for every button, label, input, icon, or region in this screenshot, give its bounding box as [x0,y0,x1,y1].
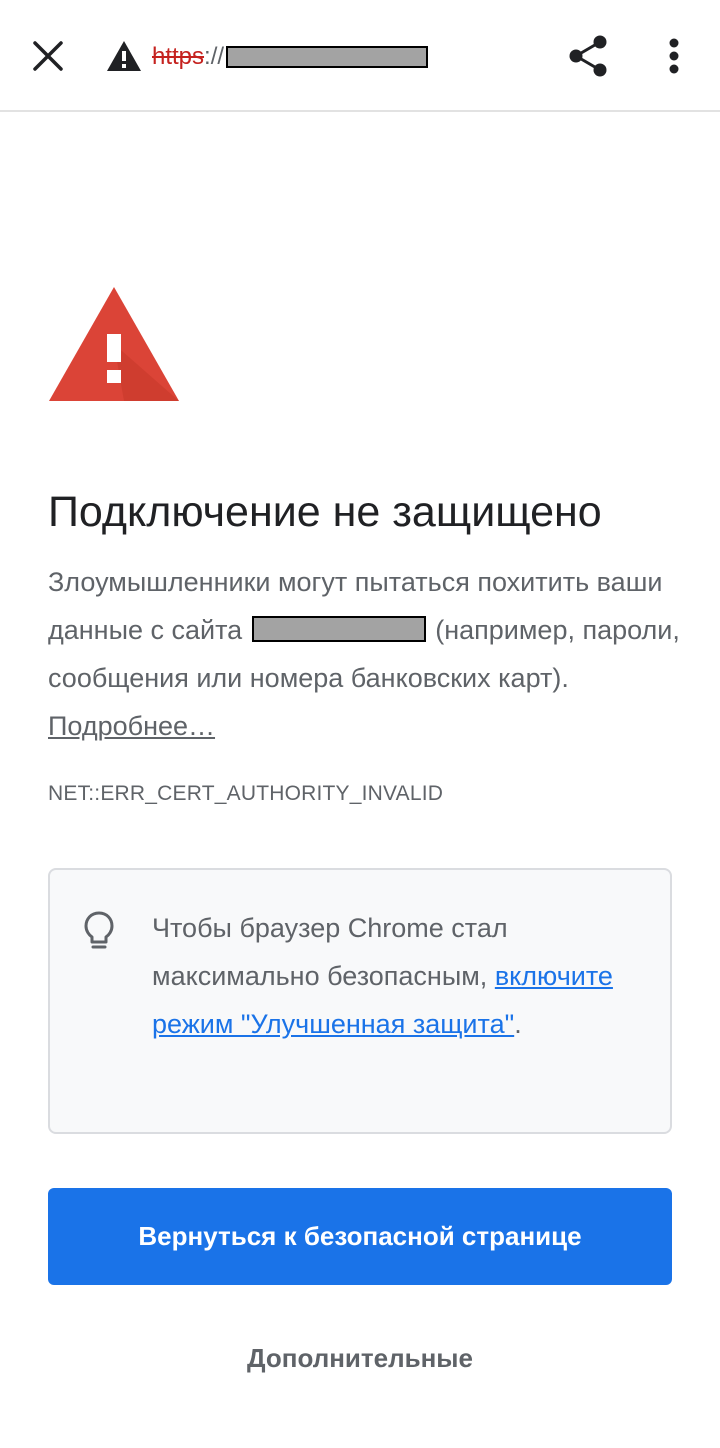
learn-more-link[interactable]: Подробнее… [48,711,215,741]
interstitial-warning [48,286,180,402]
lightbulb-icon [84,911,114,949]
back-to-safety-button[interactable]: Вернуться к безопасной странице [48,1188,672,1285]
security-warning-button[interactable] [106,40,142,72]
warning-triangle-icon [49,287,179,401]
tip-text: Чтобы браузер Chrome стал максимально бе… [152,904,632,1048]
page-title: Подключение не защищено [48,488,602,536]
advanced-button[interactable]: Дополнительные [160,1324,560,1392]
share-icon [569,35,607,77]
warning-triangle-icon [107,41,141,71]
more-vert-icon [669,38,679,74]
browser-toolbar: https :// [0,0,720,112]
url-scheme: https [152,43,205,70]
redacted-domain [226,46,429,68]
redacted-domain [251,616,426,642]
enhanced-protection-tip: Чтобы браузер Chrome стал максимально бе… [48,868,672,1134]
url-separator: :// [204,43,225,70]
error-code: NET::ERR_CERT_AUTHORITY_INVALID [48,782,444,805]
warning-description: Злоумышленники могут пытаться похитить в… [48,558,688,750]
tip-text-end: . [514,1009,522,1039]
url-bar[interactable]: https :// [152,42,429,72]
tip-text-body: Чтобы браузер Chrome стал максимально бе… [152,913,508,991]
share-button[interactable] [564,32,612,80]
close-button[interactable] [26,34,70,78]
close-icon [33,41,63,71]
more-options-button[interactable] [654,34,694,78]
